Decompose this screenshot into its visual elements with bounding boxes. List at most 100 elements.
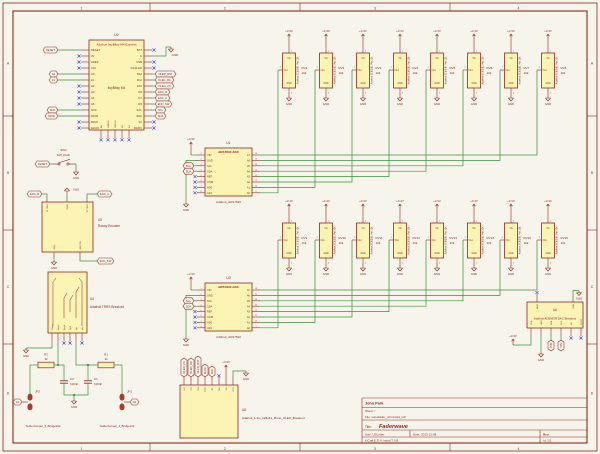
capacitor-body[interactable] xyxy=(84,381,92,383)
no-connect-icon xyxy=(78,55,81,58)
fader-rv9[interactable]: +3.3VGNDVinOutGNDAdafruit SC60281 Pot 10… xyxy=(278,199,308,276)
dac-breakout[interactable]: U6Adafruit AD5693R DAC BreakoutVREFGNDGN… xyxy=(509,291,583,363)
adc-footprint: Adafruit_ADS7830 xyxy=(216,335,241,339)
pin-number: 3 xyxy=(439,93,440,95)
resistor-ref: R2 xyxy=(44,353,48,357)
global-label-sda[interactable]: SDA xyxy=(548,340,554,351)
fader-rv15[interactable]: +3.3VGNDVinOutGNDAdafruit SC60281 Pot 10… xyxy=(500,199,531,276)
title-file: File: wavefader_v01.kicad_sch xyxy=(365,415,406,419)
text: OLED_CS xyxy=(182,361,186,374)
global-label-enc_sw[interactable]: ENC_SW xyxy=(97,258,114,264)
global-label-reset[interactable]: RESET xyxy=(35,161,50,167)
global-label-oled_cs[interactable]: OLED_CS xyxy=(181,358,187,377)
fader-rv3[interactable]: +3.3VGNDVinOutGNDAdafruit SC60281 Pot 10… xyxy=(352,29,382,106)
pin-number: 15 xyxy=(255,294,257,296)
power-3v3-symbol xyxy=(190,277,193,290)
global-label-reset[interactable]: RESET xyxy=(43,47,58,53)
text: A5 xyxy=(247,299,251,303)
solder-jumper-pad[interactable] xyxy=(120,404,124,410)
rotary-encoder[interactable]: U5Rotary EncoderENC_BGNDENC_AGNDSWITCHEN… xyxy=(27,188,121,271)
fader-rv8[interactable]: +3.3VGNDVinOutGNDAdafruit SC60281 Pot 10… xyxy=(537,29,567,106)
fader-ref: RV10 xyxy=(339,236,347,240)
global-label-enc_sw[interactable]: ENC_SW xyxy=(155,101,172,107)
pin-number: 11 xyxy=(255,315,257,317)
global-label-scl[interactable]: SCL xyxy=(183,298,194,304)
global-label-a0[interactable]: A0 xyxy=(49,71,58,77)
fader-ref: RV6 xyxy=(487,66,493,70)
schematic-sheet[interactable]: 11223344AABBCCDDU2Adafruit ItsyBitsy M4 … xyxy=(0,0,600,454)
fader-rv16[interactable]: +3.3VGNDVinOutGNDAdafruit SC60281 Pot 10… xyxy=(537,199,568,276)
fader-lib-label: Adafruit SC60281 Pot 10k xyxy=(371,56,374,84)
resistor-body[interactable] xyxy=(98,362,114,368)
fader-rv1[interactable]: +3.3VGNDVinOutGNDAdafruit SC60281 Pot 10… xyxy=(278,29,308,106)
global-label-oled_cs[interactable]: OLED_CS xyxy=(155,83,174,89)
fader-rv11[interactable]: +3.3VGNDVinOutGNDAdafruit SC60281 Pot 10… xyxy=(352,199,383,276)
no-connect-icon xyxy=(194,181,197,184)
global-label-a0[interactable]: A0 xyxy=(130,399,139,405)
global-label-scl[interactable]: SCL xyxy=(558,340,564,351)
fader-rv7[interactable]: +3.3VGNDVinOutGNDAdafruit SC60281 Pot 10… xyxy=(500,29,530,106)
text: RESET xyxy=(91,48,101,52)
fader-rv12[interactable]: +3.3VGNDVinOutGNDAdafruit SC60281 Pot 10… xyxy=(389,199,420,276)
global-label-sda[interactable]: SDA xyxy=(183,168,194,174)
solder-jumper-pad[interactable] xyxy=(28,404,32,410)
global-label-oled_dc[interactable]: OLED_DC xyxy=(155,77,174,83)
solder-jumper-pad[interactable] xyxy=(28,394,32,400)
text: SCL xyxy=(207,164,213,168)
global-label-sda[interactable]: SDA xyxy=(155,113,166,119)
global-label-oled_rst[interactable]: OLED_RST xyxy=(155,71,176,77)
fader-lib-label: Adafruit SC60281 Pot 10k xyxy=(408,226,411,254)
global-label-sck[interactable]: SCK xyxy=(209,366,215,377)
global-label-enc_a[interactable]: ENC_A xyxy=(155,95,170,101)
capacitor-body[interactable] xyxy=(60,381,68,383)
fader-rv6[interactable]: +3.3VGNDVinOutGNDAdafruit SC60281 Pot 10… xyxy=(463,29,493,106)
mcu-itsybitsy[interactable]: U2Adafruit ItsyBitsy M4 ExpressItsyBitsy… xyxy=(43,33,179,141)
dac-body[interactable] xyxy=(527,302,583,328)
global-label-enc_a[interactable]: ENC_A xyxy=(97,191,112,197)
oled-body[interactable] xyxy=(180,385,238,438)
global-label-sda[interactable]: SDA xyxy=(183,303,194,309)
text: DC xyxy=(189,388,191,392)
fader-lib-label: Adafruit SC60281 Pot 10k xyxy=(334,226,337,254)
global-label-mosi[interactable]: MOSI xyxy=(202,364,208,377)
fader-rv13[interactable]: +3.3VGNDVinOutGNDAdafruit SC60281 Pot 10… xyxy=(426,199,457,276)
solder-jumper-pad[interactable] xyxy=(120,394,124,400)
gnd-label: GND xyxy=(323,272,329,276)
wire xyxy=(87,194,97,196)
fader-rv4[interactable]: +3.3VGNDVinOutGNDAdafruit SC60281 Pot 10… xyxy=(389,29,419,106)
pin-number: 3 xyxy=(513,93,514,95)
global-label-mosi[interactable]: MOSI xyxy=(45,113,58,119)
reset-switch[interactable]: RESETSW1SW_PushGND xyxy=(35,148,79,180)
text: A1 xyxy=(16,400,20,404)
global-label-a1[interactable]: A1 xyxy=(13,399,22,405)
schematic-canvas[interactable]: 11223344AABBCCDDU2Adafruit ItsyBitsy M4 … xyxy=(0,0,600,454)
adc-u3[interactable]: U3ADS7830 ADCAdafruit_ADS7830VIN1A716GND… xyxy=(183,272,260,347)
dac-value: Adafruit AD5693R DAC Breakout xyxy=(534,317,577,321)
encoder-body[interactable] xyxy=(42,202,93,252)
adc-u1[interactable]: U1ADS7830 ADCAdafruit_ADS7830VIN1A716GND… xyxy=(183,137,260,212)
global-label-oled_dc[interactable]: OLED_DC xyxy=(188,358,194,377)
fader-rv10[interactable]: +3.3VGNDVinOutGNDAdafruit SC60281 Pot 10… xyxy=(315,199,346,276)
fader-value: 10k xyxy=(413,71,418,75)
global-label-enc_b[interactable]: ENC_B xyxy=(27,191,42,197)
global-label-a1[interactable]: A1 xyxy=(49,77,58,83)
fader-value: 10k xyxy=(339,71,344,75)
global-label-scl[interactable]: SCL xyxy=(183,163,194,169)
global-label-oled_rst[interactable]: OLED_RST xyxy=(195,356,201,377)
oled-breakout[interactable]: CSDCRstDataClk3VoVinGndOLED_CSOLED_DCOLE… xyxy=(180,356,305,438)
fader-rv2[interactable]: +3.3VGNDVinOutGNDAdafruit SC60281 Pot 10… xyxy=(315,29,345,106)
resistor-body[interactable] xyxy=(38,362,54,368)
global-label-scl[interactable]: SCL xyxy=(155,107,166,113)
text: GND xyxy=(434,83,439,85)
trrs-breakout[interactable]: SleeveRing2Ring1TipSTipMicU4Adafruit TRR… xyxy=(23,272,124,365)
text: Out xyxy=(543,239,547,242)
text: GND xyxy=(508,253,513,255)
global-label-enc_b[interactable]: ENC_B xyxy=(155,89,170,95)
gnd-symbol xyxy=(323,96,328,101)
global-label-sck[interactable]: SCK xyxy=(47,107,58,113)
fader-ref: RV9 xyxy=(302,236,308,240)
title-name: Faderwave xyxy=(379,424,408,430)
fader-value: 10k xyxy=(561,71,566,75)
fader-rv5[interactable]: +3.3VGNDVinOutGNDAdafruit SC60281 Pot 10… xyxy=(426,29,456,106)
fader-rv14[interactable]: +3.3VGNDVinOutGNDAdafruit SC60281 Pot 10… xyxy=(463,199,494,276)
